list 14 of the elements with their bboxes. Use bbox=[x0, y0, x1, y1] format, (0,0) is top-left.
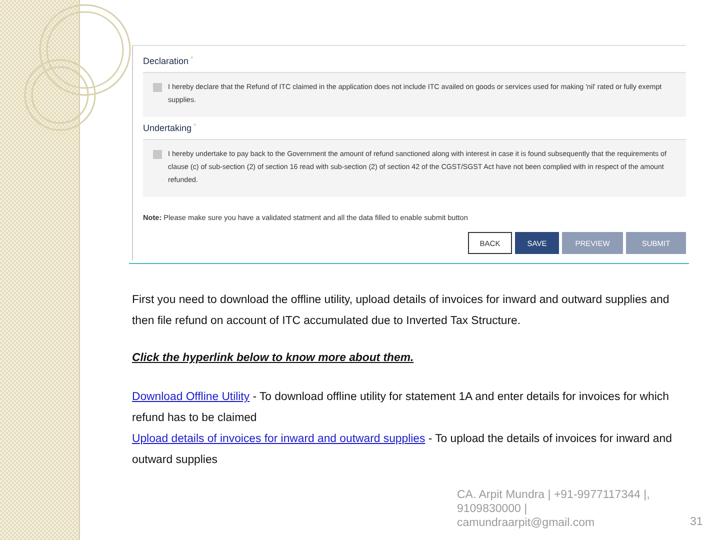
footer-text: 9109830000 | bbox=[457, 502, 528, 516]
checkbox[interactable] bbox=[153, 150, 162, 159]
page-number: 31 bbox=[690, 516, 703, 528]
section-title: Declaration bbox=[143, 56, 189, 66]
footer-text: CA. Arpit Mundra | +91-9977117344 |, bbox=[457, 488, 650, 502]
intro-paragraph: First you need to download the offline utility, upload details of invoices for inward and outward supplies and then file refund on account of ITC accumulated due to Inverted Tax Structure. bbox=[132, 293, 670, 329]
checkbox[interactable] bbox=[153, 83, 162, 92]
footer-text: camundraarpit@gmail.com bbox=[457, 516, 596, 530]
hyperlink[interactable]: Upload details of invoices for inward and outward supplies bbox=[132, 433, 426, 445]
section-title: Undertaking bbox=[143, 123, 192, 133]
section-heading: Click the hyperlink below to know more about them. bbox=[132, 351, 415, 366]
hyperlink[interactable]: Download Offline Utility bbox=[132, 391, 250, 403]
link-paragraph: Download Offline Utility - To download offline utility for statement 1A and enter details for invoices for which refund has to be claimed bbox=[132, 390, 670, 426]
link-paragraph: Upload details of invoices for inward and outward supplies - To upload the details of invoices for inward and outward supplies bbox=[132, 432, 673, 468]
